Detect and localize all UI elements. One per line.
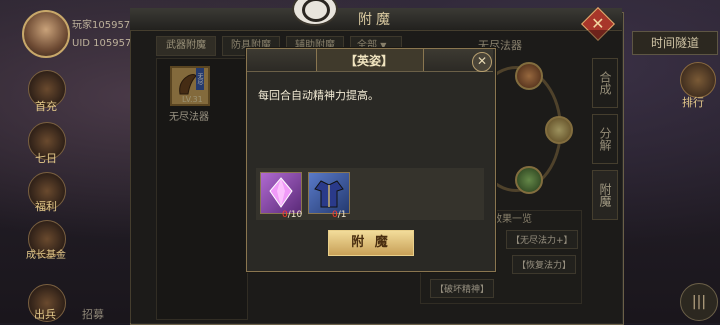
window-title: 附魔 — [358, 12, 394, 28]
time-tunnel-button[interactable]: 时间隧道 — [632, 31, 718, 55]
close-icon: ✕ — [476, 54, 488, 68]
enchant-button[interactable]: 附 魔 — [328, 230, 414, 256]
popup-description: 每回合自动精神力提高。 — [258, 89, 379, 102]
material-slot-crystal[interactable] — [260, 172, 302, 214]
left-menu-label: 七日 — [35, 152, 57, 165]
material-count: 0/10 — [282, 210, 302, 220]
crystal-icon — [269, 177, 293, 208]
robe-icon — [314, 180, 344, 208]
ranking-label: 排行 — [682, 96, 704, 109]
left-menu-label: 首充 — [35, 100, 57, 113]
material-slot-robe[interactable] — [308, 172, 350, 214]
popup-close-button[interactable]: ✕ — [472, 52, 492, 72]
left-menu-label: 成长基金 — [26, 250, 66, 261]
left-menu-label: 福利 — [35, 200, 57, 213]
player-uid: UID 1059573 — [72, 38, 138, 49]
material-need: /1 — [337, 210, 347, 220]
material-need: /10 — [287, 210, 303, 220]
player-name: 玩家1059573 — [72, 20, 137, 31]
bottom-nav-item[interactable]: 招募 — [82, 306, 104, 322]
material-count: 0/1 — [332, 210, 347, 220]
menu-icon[interactable]: ||| — [680, 283, 718, 321]
popup-title: 【英姿】 — [344, 54, 393, 68]
ranking-icon[interactable] — [680, 62, 716, 98]
player-avatar[interactable] — [22, 10, 70, 58]
bottom-nav-item[interactable]: 出兵 — [34, 306, 56, 322]
